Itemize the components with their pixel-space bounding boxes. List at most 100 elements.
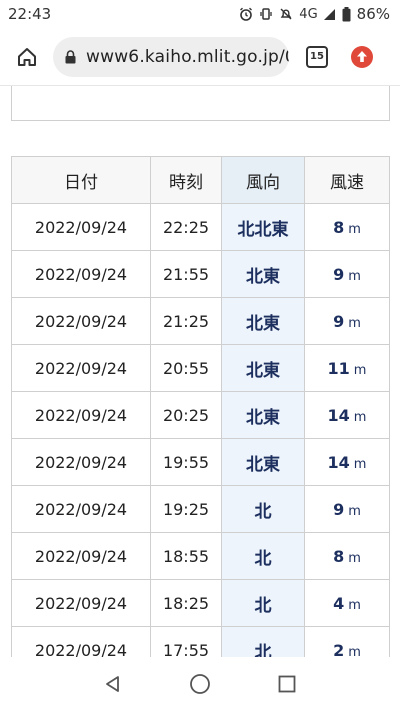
cell-direction: 北東: [221, 250, 305, 298]
cell-date: 2022/09/24: [11, 438, 151, 486]
cell-direction: 北東: [221, 391, 305, 439]
notifications-off-icon: [279, 7, 293, 21]
speed-unit: m: [348, 503, 361, 519]
cell-time: 18:55: [150, 532, 222, 580]
recents-button[interactable]: [272, 669, 302, 699]
table-row: 2022/09/24 18:25 北 4m: [11, 579, 390, 627]
speed-unit: m: [353, 456, 367, 472]
speed-value: 9: [333, 311, 345, 331]
table-row: 2022/09/24 20:55 北東 11 m: [11, 344, 390, 392]
recents-square-icon: [278, 675, 296, 693]
cell-direction: 北東: [221, 344, 305, 392]
speed-unit: m: [348, 221, 361, 237]
speed-unit: m: [353, 409, 367, 425]
cell-speed: 2m: [304, 626, 390, 658]
update-button[interactable]: [350, 45, 374, 69]
cell-date: 2022/09/24: [11, 344, 151, 392]
table-row: 2022/09/24 20:25 北東 14 m: [11, 391, 390, 439]
table-row: 2022/09/24 21:55 北東 9m: [11, 250, 390, 298]
speed-value: 8: [333, 546, 345, 566]
cell-speed: 14 m: [304, 438, 390, 486]
table-header-row: 日付 時刻 風向 風速: [11, 156, 390, 204]
tab-count: 15: [306, 45, 328, 68]
cell-speed: 9m: [304, 250, 390, 298]
cell-direction: 北: [221, 579, 305, 627]
cell-speed: 9m: [304, 297, 390, 345]
cell-time: 20:25: [150, 391, 222, 439]
speed-value: 11: [327, 358, 350, 378]
cell-date: 2022/09/24: [11, 391, 151, 439]
cell-time: 17:55: [150, 626, 222, 657]
home-nav-button[interactable]: [185, 669, 215, 699]
cell-date: 2022/09/24: [11, 203, 151, 251]
cell-time: 19:25: [150, 485, 222, 533]
table-row: 2022/09/24 18:55 北 8m: [11, 532, 390, 580]
url-bar[interactable]: www6.kaiho.mlit.go.jp/0: [53, 36, 289, 77]
speed-unit: m: [348, 315, 361, 331]
header-date: 日付: [11, 156, 151, 204]
speed-unit: m: [348, 644, 361, 658]
header-speed: 風速: [304, 156, 390, 204]
status-bar: 22:43 4G 86%: [0, 0, 400, 28]
update-arrow-icon: [351, 45, 373, 68]
speed-value: 9: [333, 264, 345, 284]
cell-speed: 11 m: [304, 344, 390, 392]
page-content[interactable]: 日付 時刻 風向 風速 2022/09/24 22:25 北北東 8m 2022…: [0, 86, 400, 657]
cell-speed: 8m: [304, 532, 390, 580]
header-time: 時刻: [150, 156, 222, 204]
cell-time: 19:55: [150, 438, 222, 486]
battery-icon: [342, 6, 351, 22]
cell-date: 2022/09/24: [11, 297, 151, 345]
cell-date: 2022/09/24: [11, 626, 151, 657]
speed-value: 4: [333, 593, 345, 613]
cell-speed: 4m: [304, 579, 390, 627]
wind-table: 日付 時刻 風向 風速 2022/09/24 22:25 北北東 8m 2022…: [11, 156, 390, 657]
home-icon: [18, 47, 36, 66]
cell-time: 22:25: [150, 203, 222, 251]
table-row: 2022/09/24 21:25 北東 9m: [11, 297, 390, 345]
back-triangle-icon: [106, 676, 120, 692]
cell-time: 18:25: [150, 579, 222, 627]
speed-unit: m: [348, 268, 361, 284]
home-button[interactable]: [7, 37, 47, 77]
table-row: 2022/09/24 22:25 北北東 8m: [11, 203, 390, 251]
table-row: 2022/09/24 17:55 北 2m: [11, 626, 390, 658]
cell-time: 21:25: [150, 297, 222, 345]
browser-toolbar: www6.kaiho.mlit.go.jp/0 15: [0, 28, 400, 86]
cell-date: 2022/09/24: [11, 485, 151, 533]
cell-speed: 14 m: [304, 391, 390, 439]
cell-direction: 北東: [221, 297, 305, 345]
lock-icon: [65, 49, 76, 64]
cell-time: 20:55: [150, 344, 222, 392]
url-text: www6.kaiho.mlit.go.jp/0: [86, 46, 289, 67]
cell-direction: 北東: [221, 438, 305, 486]
cell-speed: 8m: [304, 203, 390, 251]
back-button[interactable]: [98, 669, 128, 699]
vibrate-icon: [259, 7, 273, 21]
speed-value: 14: [327, 405, 350, 425]
speed-unit: m: [353, 362, 367, 378]
speed-value: 2: [333, 640, 345, 658]
status-icons: 4G 86%: [239, 5, 390, 23]
tab-switcher-button[interactable]: 15: [305, 45, 329, 69]
cell-date: 2022/09/24: [11, 579, 151, 627]
speed-value: 9: [333, 499, 345, 519]
status-time: 22:43: [8, 5, 52, 23]
table-row: 2022/09/24 19:25 北 9m: [11, 485, 390, 533]
header-direction: 風向: [221, 156, 305, 204]
cell-direction: 北: [221, 532, 305, 580]
cell-time: 21:55: [150, 250, 222, 298]
speed-unit: m: [348, 550, 361, 566]
cell-direction: 北: [221, 485, 305, 533]
cell-direction: 北: [221, 626, 305, 657]
signal-icon: [323, 8, 336, 21]
battery-level: 86%: [356, 5, 390, 23]
speed-value: 8: [333, 217, 345, 237]
cell-date: 2022/09/24: [11, 532, 151, 580]
network-type: 4G: [299, 6, 318, 22]
table-row: 2022/09/24 19:55 北東 14 m: [11, 438, 390, 486]
alarm-icon: [239, 7, 253, 21]
system-navigation-bar: [0, 657, 400, 711]
previous-panel: [11, 86, 390, 121]
speed-unit: m: [348, 597, 361, 613]
